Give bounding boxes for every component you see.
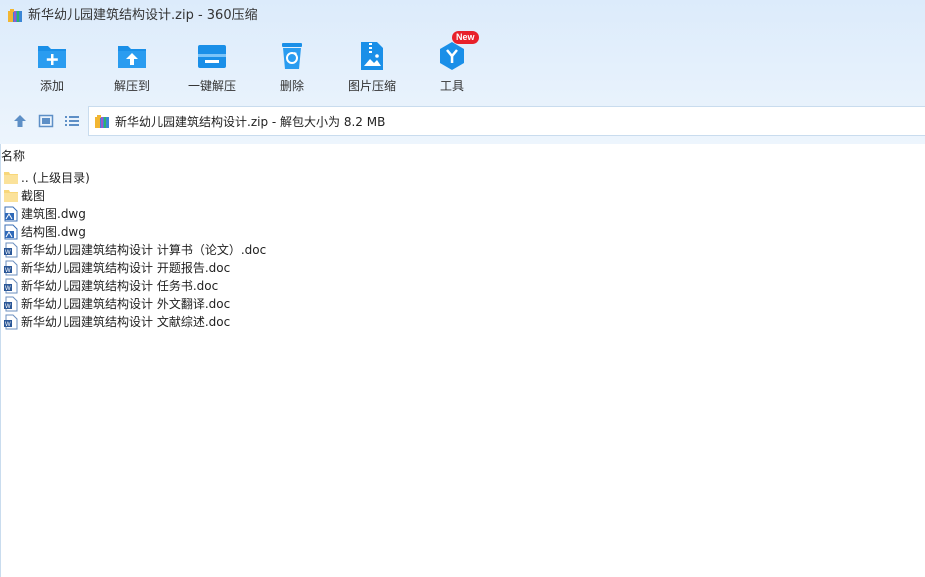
extract-to-icon <box>118 46 146 68</box>
list-item-file[interactable]: W 新华幼儿园建筑结构设计 外文翻译.doc <box>3 295 403 313</box>
thumbnail-view-icon[interactable] <box>37 112 55 130</box>
file-name: 新华幼儿园建筑结构设计 计算书（论文）.doc <box>21 243 267 257</box>
svg-text:W: W <box>5 286 11 292</box>
address-text: 新华幼儿园建筑结构设计.zip - 解包大小为 8.2 MB <box>115 115 386 129</box>
list-item-file[interactable]: W 新华幼儿园建筑结构设计 开题报告.doc <box>3 259 403 277</box>
extract-to-button[interactable]: 解压到 <box>92 36 172 98</box>
file-name: 新华幼儿园建筑结构设计 开题报告.doc <box>21 261 231 275</box>
list-item-file[interactable]: W 新华幼儿园建筑结构设计 文献综述.doc <box>3 313 403 331</box>
address-bar[interactable]: 新华幼儿园建筑结构设计.zip - 解包大小为 8.2 MB <box>88 106 925 136</box>
archive-app-icon <box>8 9 22 22</box>
add-folder-icon <box>38 46 66 68</box>
file-name: 截图 <box>21 189 46 203</box>
word-doc-icon: W <box>4 278 18 294</box>
list-item-file[interactable]: W 新华幼儿园建筑结构设计 计算书（论文）.doc <box>3 241 403 259</box>
folder-icon <box>4 190 18 202</box>
tools-button[interactable]: 工具 <box>412 36 492 98</box>
recycle-bin-icon <box>282 43 302 69</box>
word-doc-icon: W <box>4 296 18 312</box>
address-row: 新华幼儿园建筑结构设计.zip - 解包大小为 8.2 MB <box>0 106 925 136</box>
list-view-icon[interactable] <box>63 112 81 130</box>
title-bar: 新华幼儿园建筑结构设计.zip - 360压缩 <box>0 0 925 32</box>
dwg-file-icon <box>4 224 18 240</box>
up-arrow-icon[interactable] <box>11 112 29 130</box>
delete-button[interactable]: 删除 <box>252 36 332 98</box>
add-label: 添加 <box>39 79 64 93</box>
svg-text:W: W <box>5 304 11 310</box>
one-click-extract-icon <box>198 45 226 68</box>
list-item-file[interactable]: 建筑图.dwg <box>3 205 403 223</box>
file-name: 建筑图.dwg <box>21 207 86 221</box>
file-name: .. (上级目录) <box>21 171 90 185</box>
list-item-folder[interactable]: 截图 <box>3 187 403 205</box>
list-item-parent-dir[interactable]: .. (上级目录) <box>3 169 403 187</box>
dwg-file-icon <box>4 206 18 222</box>
word-doc-icon: W <box>4 242 18 258</box>
window-title: 新华幼儿园建筑结构设计.zip - 360压缩 <box>28 8 258 23</box>
column-header-name[interactable]: 名称 <box>1 149 25 163</box>
add-button[interactable]: 添加 <box>12 36 92 98</box>
tools-icon <box>440 42 464 70</box>
svg-text:W: W <box>5 322 11 328</box>
one-click-extract-button[interactable]: 一键解压 <box>172 36 252 98</box>
app-window: 新华幼儿园建筑结构设计.zip - 360压缩 添加 解压到 一键解压 删除 图… <box>0 0 925 577</box>
new-badge: New <box>452 31 479 44</box>
file-list: 名称 .. (上级目录) 截图 建筑图.dwg 结构图.dwg W 新华幼儿园建… <box>0 144 925 577</box>
top-panel: 新华幼儿园建筑结构设计.zip - 360压缩 添加 解压到 一键解压 删除 图… <box>0 0 925 144</box>
image-compress-label: 图片压缩 <box>347 79 396 93</box>
toolbar: 添加 解压到 一键解压 删除 图片压缩 工具 New <box>0 31 925 98</box>
folder-icon <box>4 172 18 184</box>
svg-text:W: W <box>5 268 11 274</box>
image-compress-icon <box>361 42 383 70</box>
archive-icon <box>95 115 109 128</box>
delete-label: 删除 <box>279 79 304 93</box>
image-compress-button[interactable]: 图片压缩 <box>332 36 412 98</box>
word-doc-icon: W <box>4 314 18 330</box>
svg-text:W: W <box>5 250 11 256</box>
file-name: 新华幼儿园建筑结构设计 文献综述.doc <box>21 315 231 329</box>
file-name: 新华幼儿园建筑结构设计 外文翻译.doc <box>21 297 231 311</box>
tools-label: 工具 <box>439 79 464 93</box>
word-doc-icon: W <box>4 260 18 276</box>
list-item-file[interactable]: 结构图.dwg <box>3 223 403 241</box>
one-click-extract-label: 一键解压 <box>187 79 236 93</box>
file-name: 新华幼儿园建筑结构设计 任务书.doc <box>21 279 219 293</box>
list-left-border <box>0 144 1 577</box>
list-item-file[interactable]: W 新华幼儿园建筑结构设计 任务书.doc <box>3 277 403 295</box>
extract-to-label: 解压到 <box>113 79 150 93</box>
file-name: 结构图.dwg <box>21 225 86 239</box>
